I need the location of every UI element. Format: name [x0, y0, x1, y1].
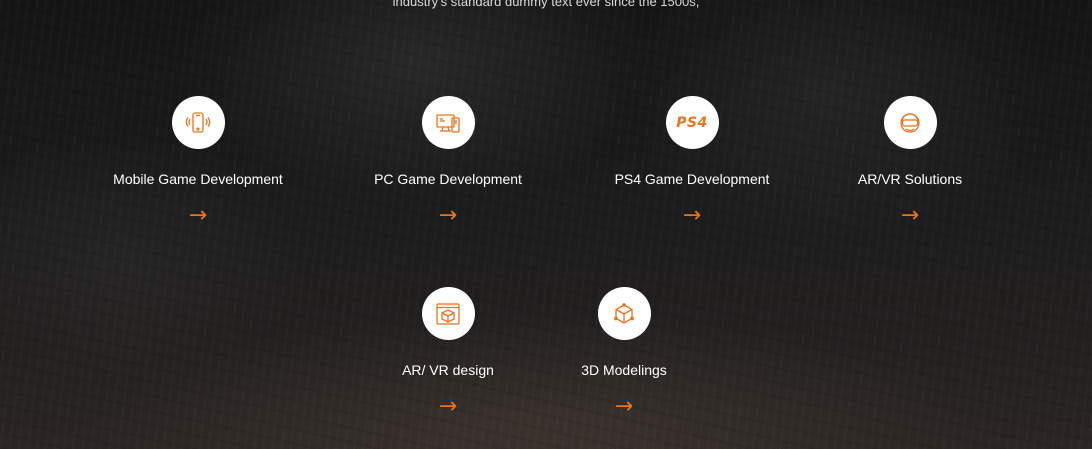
- 3d-model-icon: [597, 287, 651, 340]
- arrow-right-icon[interactable]: →: [439, 205, 457, 227]
- service-title: 3D Modelings: [581, 362, 667, 378]
- service-title: PS4 Game Development: [614, 171, 770, 187]
- intro-text: industry's standard dummy text ever sinc…: [392, 0, 700, 9]
- mobile-icon: [171, 96, 225, 149]
- arrow-right-icon[interactable]: →: [901, 205, 919, 227]
- arrow-right-icon[interactable]: →: [615, 396, 633, 418]
- service-title: Mobile Game Development: [113, 171, 283, 187]
- service-card-pc-game: PC Game Development →: [338, 96, 558, 227]
- desktop-icon: [421, 96, 475, 149]
- ar-vr-design-icon: [421, 287, 475, 340]
- arrow-right-icon[interactable]: →: [189, 205, 207, 227]
- service-card-mobile-game: Mobile Game Development →: [88, 96, 308, 227]
- service-title: AR/VR Solutions: [857, 171, 963, 187]
- service-card-ar-vr-solutions: AR/VR Solutions →: [800, 96, 1020, 227]
- ps4-logo-text: PS4: [676, 114, 708, 131]
- vr-headset-icon: [883, 96, 937, 149]
- service-card-ps4-game: PS4 PS4 Game Development →: [582, 96, 802, 227]
- service-card-3d-modelings: 3D Modelings →: [514, 287, 734, 418]
- ps4-icon: PS4: [665, 96, 719, 149]
- arrow-right-icon[interactable]: →: [683, 205, 701, 227]
- service-title: AR/ VR design: [402, 362, 494, 378]
- arrow-right-icon[interactable]: →: [439, 396, 457, 418]
- service-title: PC Game Development: [374, 171, 522, 187]
